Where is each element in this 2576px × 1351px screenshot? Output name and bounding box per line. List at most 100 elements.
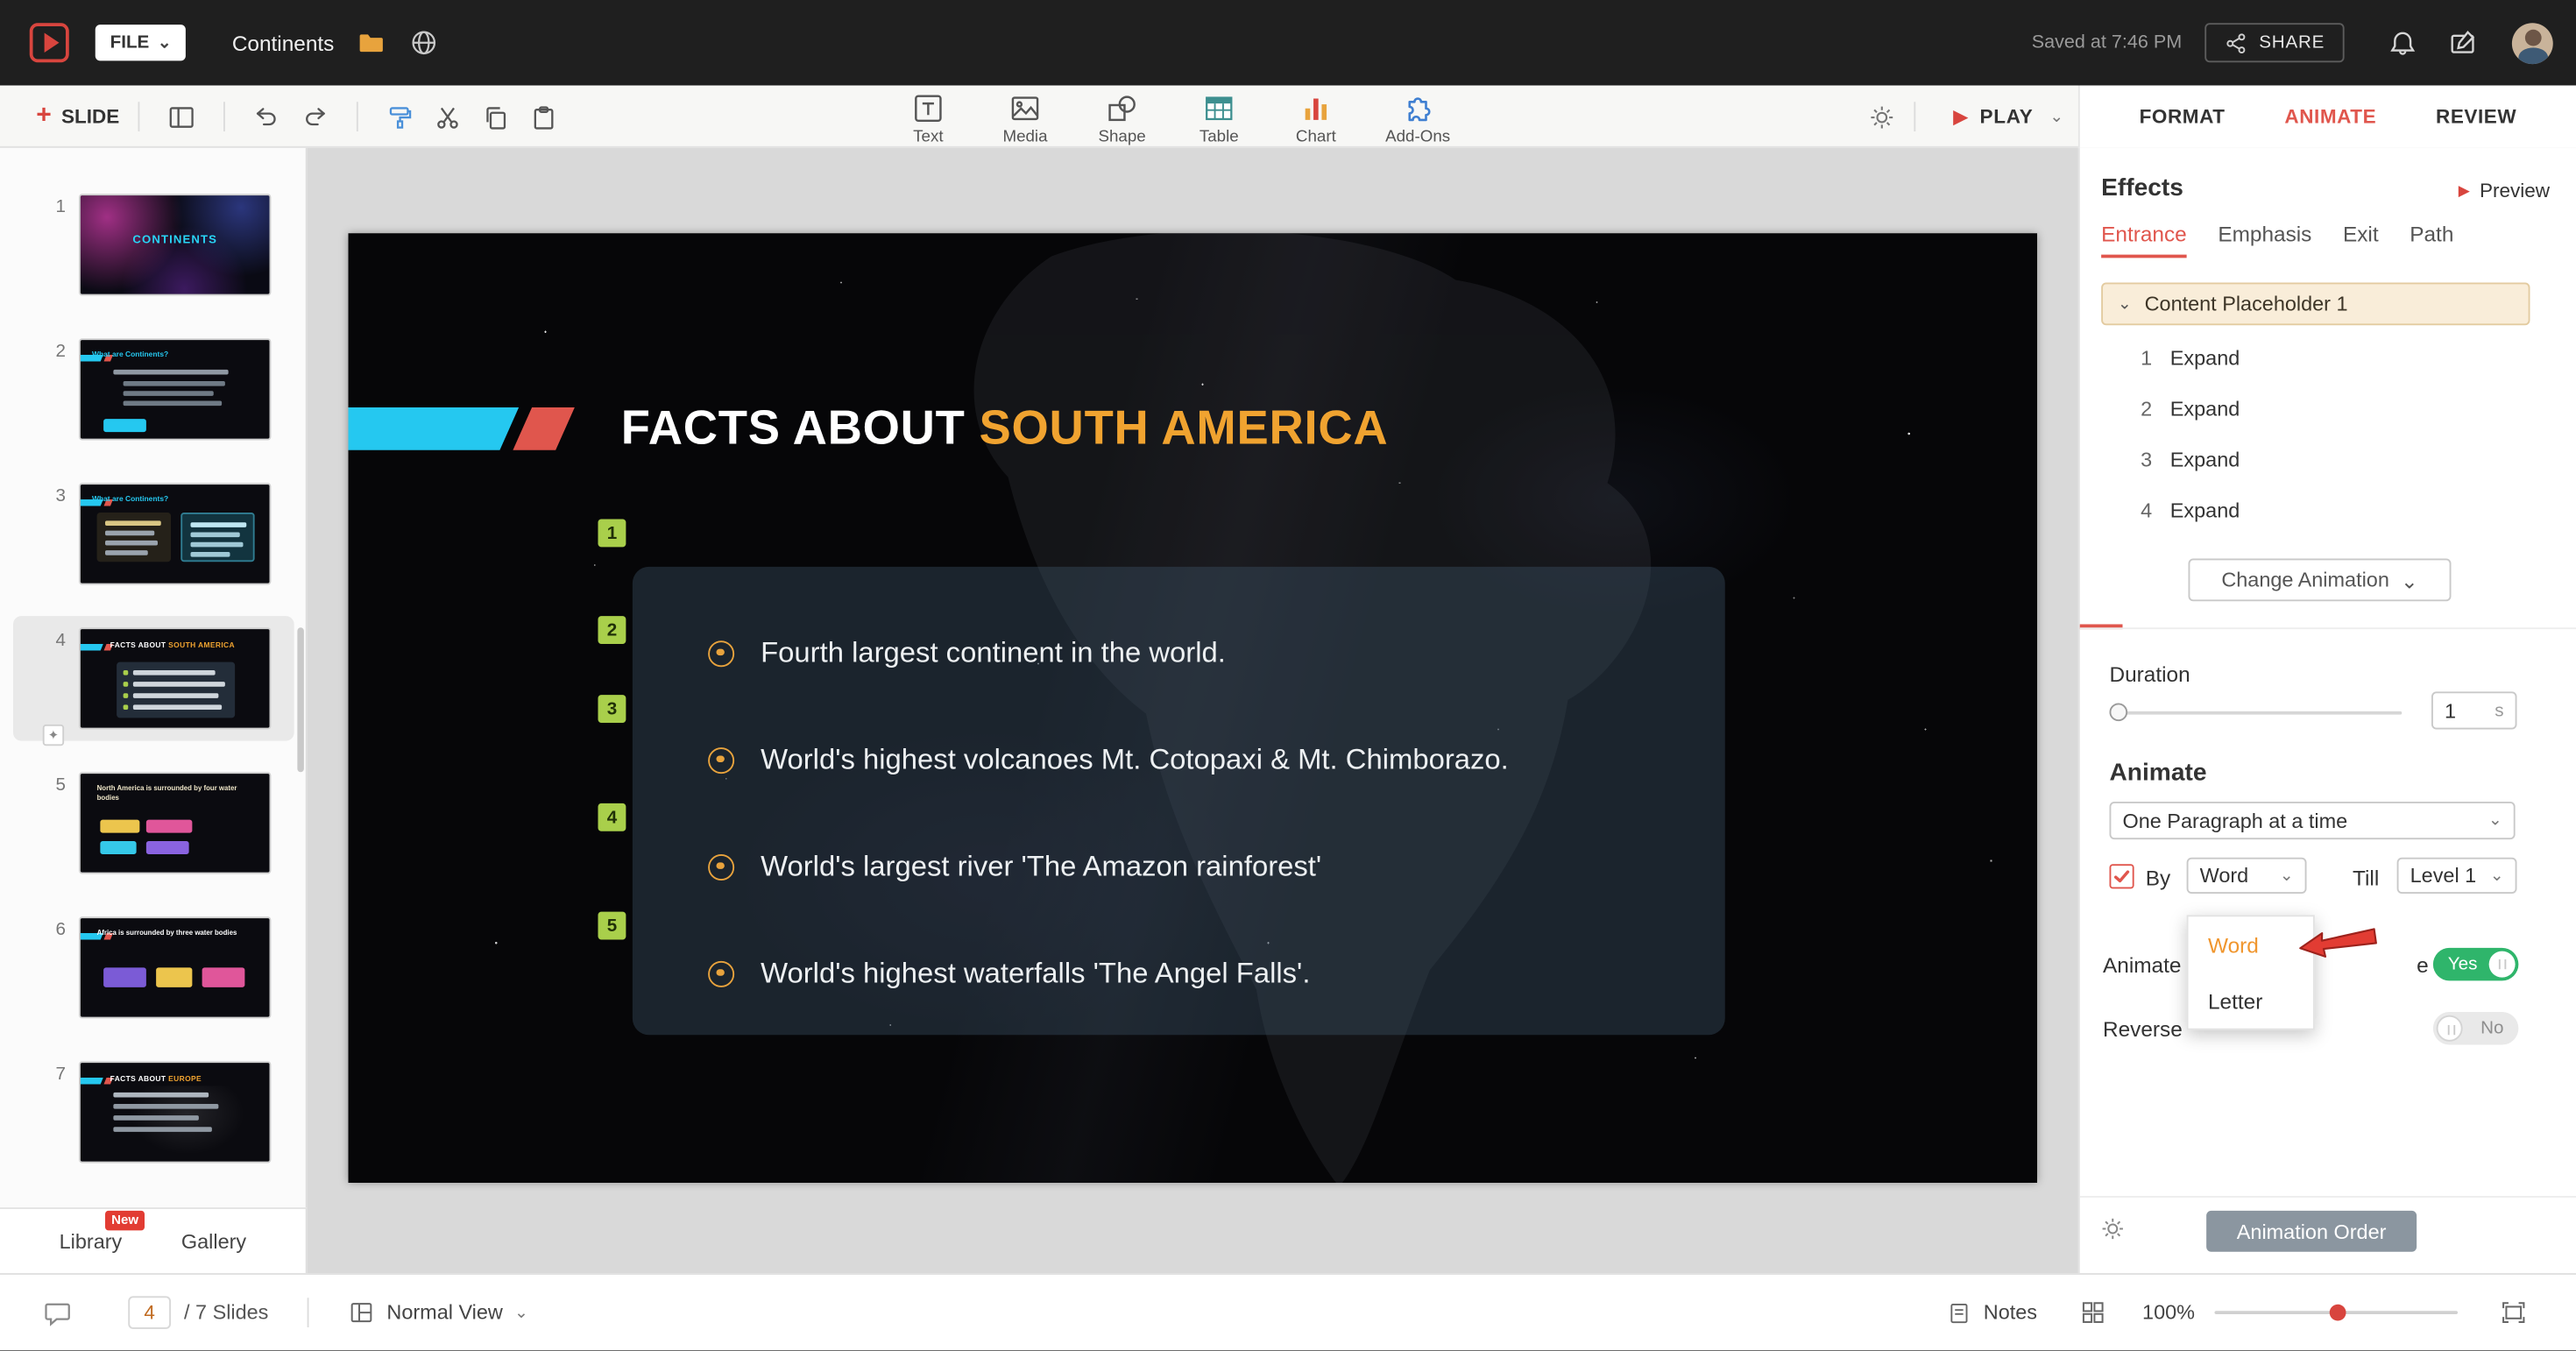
folder-icon[interactable] [357, 28, 387, 58]
slide-thumbnail-row-5[interactable]: 5 North America is surrounded by four wa… [0, 772, 306, 874]
sidebar-scrollbar-thumb[interactable] [297, 627, 304, 773]
tab-animate[interactable]: ANIMATE [2284, 105, 2376, 128]
by-options-menu: Word Letter [2186, 915, 2315, 1030]
bullet-item: World's highest volcanoes Mt. Cotopaxi &… [633, 706, 1725, 813]
effect-item[interactable]: 4 Expand [2080, 485, 2576, 535]
menu-option-letter[interactable]: Letter [2189, 973, 2314, 1029]
title-accent-slash-cyan [348, 407, 520, 450]
notes-button[interactable]: Notes [1948, 1300, 2037, 1325]
paragraph-mode-select[interactable]: One Paragraph at a time ⌄ [2109, 802, 2516, 840]
slide-thumbnail[interactable]: CONTINENTS [79, 194, 272, 296]
duration-slider[interactable] [2109, 711, 2403, 715]
slide-thumbnail[interactable]: What are Continents? [79, 483, 272, 585]
paste-button[interactable] [528, 103, 556, 131]
slide-layout-button[interactable] [167, 103, 195, 131]
animate-shape-label-fragment: e [2417, 952, 2429, 978]
slide-thumbnail-row-7[interactable]: 7 FACTS ABOUT EUROPE [0, 1061, 306, 1164]
tab-format[interactable]: FORMAT [2140, 105, 2226, 128]
undo-button[interactable] [252, 103, 280, 131]
library-tab[interactable]: Library New [60, 1209, 145, 1253]
new-slide-button[interactable]: + SLIDE [36, 102, 119, 131]
effect-item[interactable]: 1 Expand [2080, 332, 2576, 383]
copy-button[interactable] [481, 103, 509, 131]
new-badge: New [104, 1209, 145, 1230]
shape-icon [1106, 92, 1139, 125]
by-select[interactable]: Word ⌄ [2186, 857, 2307, 894]
slide-thumbnail-row-6[interactable]: 6 Africa is surrounded by three water bo… [0, 916, 306, 1019]
slide-thumbnail[interactable]: Africa is surrounded by three water bodi… [79, 916, 272, 1019]
user-avatar[interactable] [2511, 22, 2553, 64]
slide-thumbnail-row-4-selected[interactable]: 4 FACTS ABOUT SOUTH AMERICA ✦ [0, 616, 306, 746]
zoom-slider-knob[interactable] [2329, 1305, 2346, 1321]
insert-text-button[interactable]: Text [888, 92, 970, 146]
gallery-tab[interactable]: Gallery [181, 1229, 246, 1252]
thumbnail-number: 4 [55, 631, 66, 651]
share-button[interactable]: SHARE [2204, 23, 2345, 63]
till-label: Till [2353, 866, 2380, 891]
slide-panel-toggle-grid-icon[interactable] [2080, 1299, 2106, 1326]
slide-thumbnail-row-3[interactable]: 3 What are Continents? [0, 483, 306, 585]
insert-table-button[interactable]: Table [1178, 92, 1260, 146]
slide-title-accent: SOUTH AMERICA [979, 402, 1389, 456]
redo-button[interactable] [301, 103, 329, 131]
app-logo-icon[interactable] [29, 23, 69, 63]
slide-thumbnail-row-2[interactable]: 2 What are Continents? [0, 338, 306, 441]
addons-button[interactable]: Add-Ons [1372, 92, 1464, 146]
tab-entrance[interactable]: Entrance [2101, 222, 2187, 258]
play-button[interactable]: ▶ PLAY [1953, 105, 2033, 128]
tab-path[interactable]: Path [2410, 222, 2453, 258]
view-mode-select[interactable]: Normal View ⌄ [349, 1299, 528, 1326]
slide-thumbnail[interactable]: FACTS ABOUT EUROPE [79, 1061, 272, 1164]
insert-media-button[interactable]: Media [984, 92, 1066, 146]
zoom-slider[interactable] [2214, 1305, 2458, 1321]
toolbar: + SLIDE Text Media Shape Table Chart Add… [0, 85, 2576, 148]
duration-slider-knob[interactable] [2109, 703, 2128, 722]
insert-chart-button[interactable]: Chart [1275, 92, 1357, 146]
text-icon [912, 92, 945, 125]
slide-title[interactable]: FACTS ABOUT SOUTH AMERICA [621, 402, 1389, 456]
feedback-icon[interactable] [2448, 27, 2480, 59]
tab-review[interactable]: REVIEW [2436, 105, 2516, 128]
placeholder-group-header[interactable]: ⌄ Content Placeholder 1 [2101, 282, 2530, 326]
slide-canvas[interactable]: FACTS ABOUT SOUTH AMERICA 1 2 3 4 5 Four… [348, 233, 2037, 1183]
comments-button[interactable] [43, 1298, 73, 1328]
document-title[interactable]: Continents [232, 31, 335, 55]
play-icon: ▶ [2458, 181, 2470, 198]
current-slide-indicator[interactable]: 4 [128, 1296, 171, 1330]
normal-view-icon [349, 1299, 375, 1326]
reverse-order-toggle-off[interactable]: No [2432, 1012, 2519, 1045]
animation-order-button[interactable]: Animation Order [2206, 1210, 2417, 1252]
change-animation-button[interactable]: Change Animation ⌄ [2188, 558, 2452, 602]
effect-item[interactable]: 3 Expand [2080, 434, 2576, 485]
animate-shape-toggle-on[interactable]: Yes [2432, 947, 2519, 981]
slide-thumbnail[interactable]: North America is surrounded by four wate… [79, 772, 272, 874]
animate-panel: Effects ▶ Preview Entrance Emphasis Exit… [2077, 147, 2576, 1274]
animation-order-badge: 1 [598, 519, 626, 548]
file-menu-button[interactable]: FILE ⌄ [95, 25, 187, 61]
effect-item[interactable]: 2 Expand [2080, 383, 2576, 434]
menu-option-word[interactable]: Word [2189, 916, 2314, 973]
slide-thumbnail[interactable]: What are Continents? [79, 338, 272, 441]
tab-emphasis[interactable]: Emphasis [2218, 222, 2311, 258]
puzzle-icon [1401, 92, 1434, 125]
by-checkbox[interactable] [2109, 864, 2134, 889]
preview-button[interactable]: ▶ Preview [2459, 179, 2550, 202]
slide-thumbnail-row-1[interactable]: 1 CONTINENTS [0, 194, 306, 296]
chevron-down-icon: ⌄ [157, 33, 172, 53]
plus-icon: + [36, 102, 52, 131]
slide-thumbnail[interactable]: FACTS ABOUT SOUTH AMERICA [79, 627, 272, 730]
content-placeholder[interactable]: Fourth largest continent in the world. W… [632, 566, 1725, 1036]
fit-to-screen-button[interactable] [2501, 1299, 2527, 1326]
notifications-bell-icon[interactable] [2387, 27, 2418, 59]
till-select[interactable]: Level 1 ⌄ [2396, 857, 2517, 894]
tab-exit[interactable]: Exit [2343, 222, 2379, 258]
thumbnail-number: 2 [55, 342, 66, 362]
globe-icon[interactable] [410, 28, 440, 58]
format-painter-button[interactable] [386, 103, 414, 131]
insert-shape-button[interactable]: Shape [1081, 92, 1164, 146]
settings-gear-icon[interactable] [1868, 103, 1896, 131]
play-options-chevron-icon[interactable]: ⌄ [2049, 108, 2063, 126]
animation-settings-gear-icon[interactable] [2099, 1216, 2126, 1242]
duration-value-input[interactable]: 1 s [2431, 691, 2517, 730]
cut-scissors-icon[interactable] [433, 103, 461, 131]
